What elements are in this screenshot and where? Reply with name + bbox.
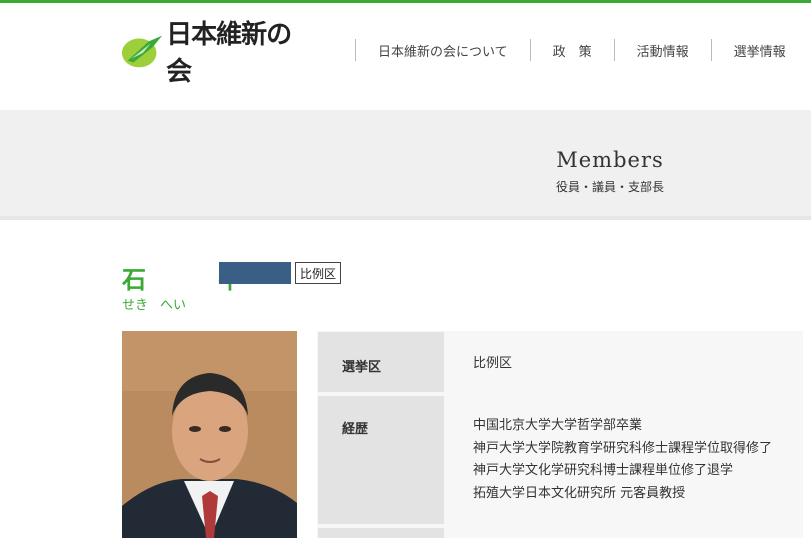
portrait-image [122,331,297,538]
career-item: 神戸大学文化学研究科博士課程単位修了退学 [473,463,734,478]
career-item: 拓殖大学日本文化研究所 元客員教授 [473,485,686,501]
page-title-band: Members 役員・議員・支部長 [0,110,811,220]
site-logo[interactable]: 日本維新の会 [120,20,310,87]
district-badge: 比例区 [295,262,342,284]
member-name-kana: せき へい [122,294,198,313]
page-title: Members [556,148,664,172]
main-nav: 日本維新の会について 政 策 活動情報 選挙情報 [355,39,808,61]
page-subtitle: 役員・議員・支部長 [555,180,664,194]
kana-given-name: へい [160,298,187,313]
row-label-district: 選挙区 [342,360,382,375]
row-label-cell-career: 経歴 [318,396,444,524]
row-label-career: 経歴 [342,422,369,437]
row-label-cell-district: 選挙区 [318,332,444,392]
row-label-cell-next [318,528,444,538]
logo-mark-icon [121,35,163,68]
kana-surname: せき [122,298,149,313]
row-value-district: 比例区 [473,356,513,371]
career-item: 中国北京大学大学哲学部卒業 [473,418,643,433]
nav-item-policy[interactable]: 政 策 [531,41,614,60]
logo-text: 日本維新の会 [166,20,292,87]
party-badge [219,262,291,284]
nav-item-about[interactable]: 日本維新の会について [356,41,530,60]
career-item: 神戸大学大学院教育学研究科修士課程学位取得修了 [473,440,773,456]
nav-item-elections[interactable]: 選挙情報 [712,41,808,60]
member-photo [122,331,297,538]
career-list: 中国北京大学大学哲学部卒業 神戸大学大学院教育学研究科修士課程学位取得修了 神戸… [473,415,772,505]
site-header: 日本維新の会 日本維新の会について 政 策 活動情報 選挙情報 [0,3,811,110]
nav-item-activities[interactable]: 活動情報 [615,41,711,60]
